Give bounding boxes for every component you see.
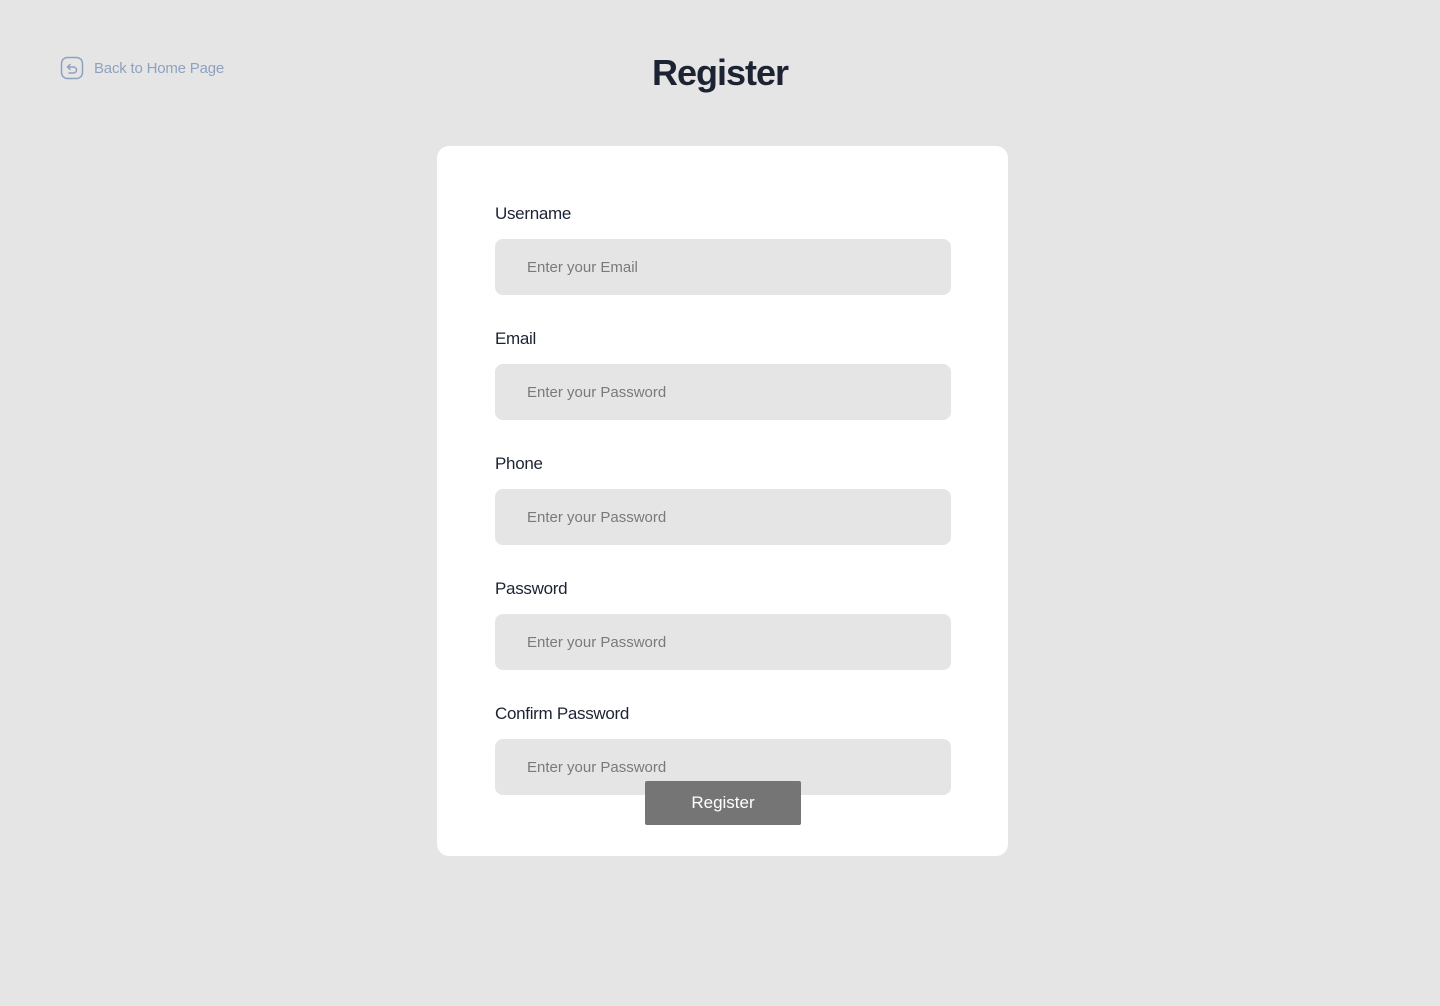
username-label: Username: [495, 204, 572, 223]
email-input[interactable]: [495, 364, 951, 420]
password-input[interactable]: [495, 614, 951, 670]
email-field-group: Email: [495, 329, 951, 420]
register-form-card: Username Email Phone Password Confirm Pa…: [437, 146, 1008, 856]
submit-row: Register: [437, 781, 1008, 825]
email-label: Email: [495, 329, 537, 348]
username-field-group: Username: [495, 204, 951, 295]
phone-field-group: Phone: [495, 454, 951, 545]
page-title: Register: [651, 52, 789, 93]
register-button[interactable]: Register: [645, 781, 801, 825]
phone-input[interactable]: [495, 489, 951, 545]
phone-label: Phone: [495, 454, 543, 473]
password-field-group: Password: [495, 579, 951, 670]
password-label: Password: [495, 579, 568, 598]
username-input[interactable]: [495, 239, 951, 295]
confirm-password-label: Confirm Password: [495, 704, 630, 723]
